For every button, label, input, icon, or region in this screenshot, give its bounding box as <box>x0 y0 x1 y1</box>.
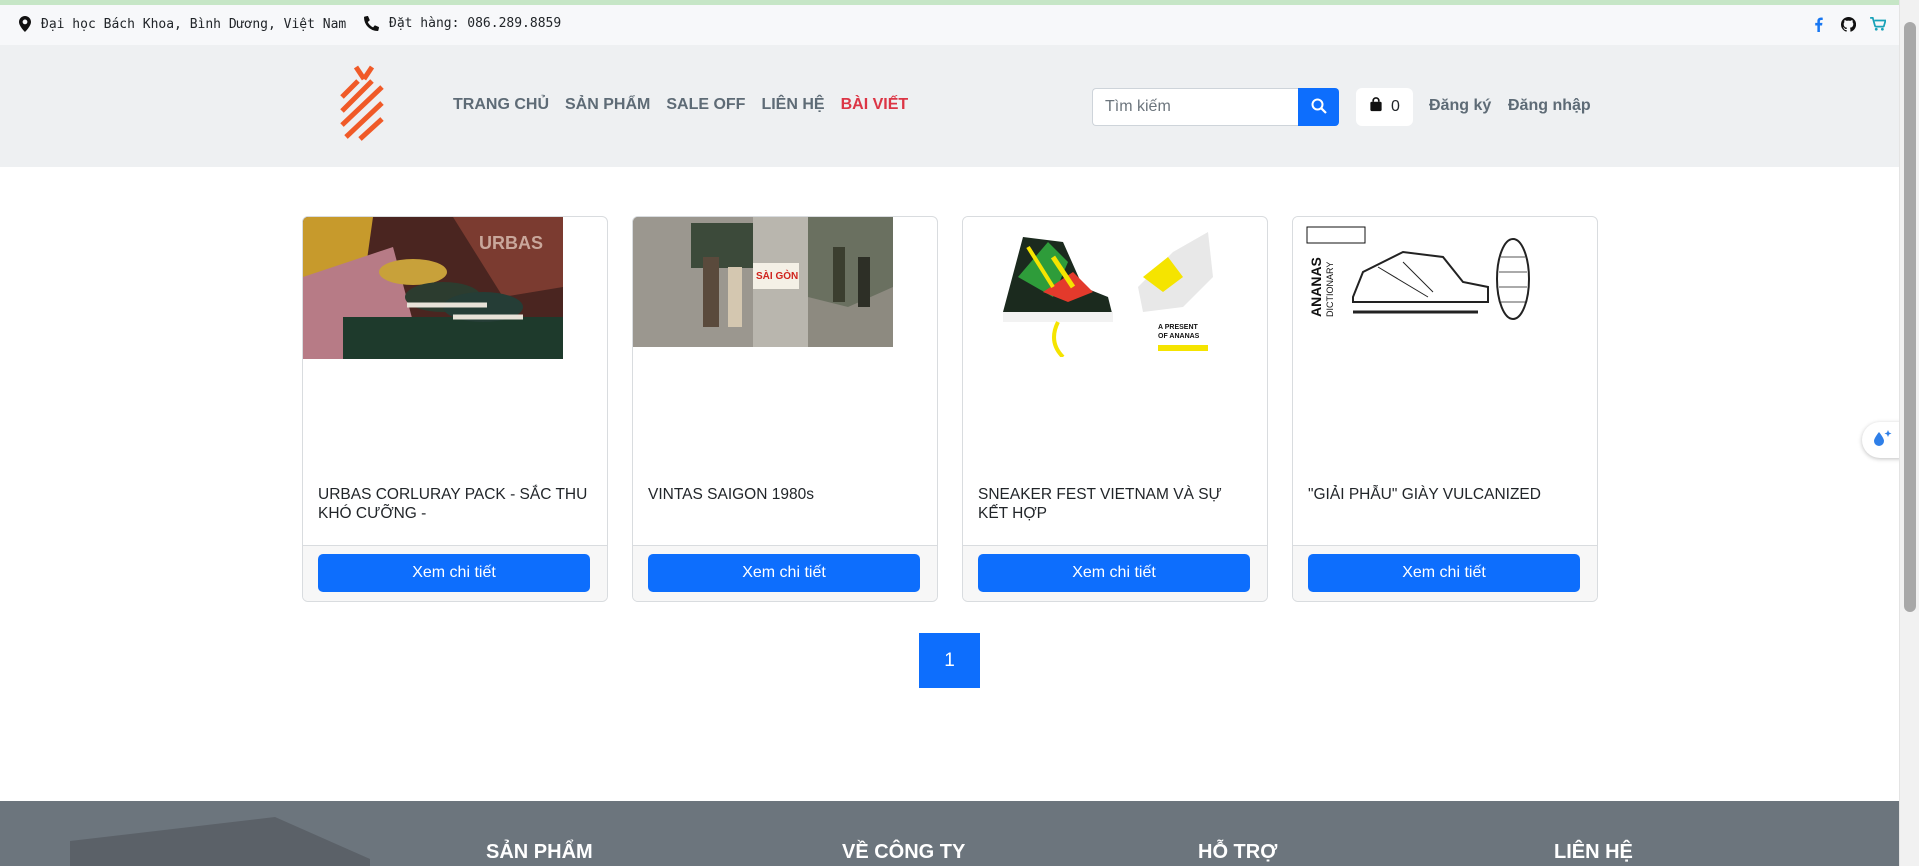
post-image-vulcanized[interactable]: ANANAS DICTIONARY <box>1293 217 1553 359</box>
phone-info: Đặt hàng: 086.289.8859 <box>364 16 561 31</box>
nav-home[interactable]: TRANG CHỦ <box>453 96 549 114</box>
post-card-footer: Xem chi tiết <box>303 545 607 601</box>
map-marker-icon <box>19 16 31 32</box>
post-image-urbas[interactable]: URBAS <box>303 217 563 359</box>
view-details-button[interactable]: Xem chi tiết <box>318 554 590 592</box>
floating-assistant-button[interactable] <box>1862 422 1902 458</box>
scrollbar-thumb[interactable] <box>1904 22 1916 612</box>
post-list: URBAS URBAS CORLURAY PACK - SẮC THU KHÓ … <box>302 216 1598 602</box>
footer-col-support: HỖ TRỢ <box>1198 841 1278 863</box>
post-card-footer: Xem chi tiết <box>1293 545 1597 601</box>
post-title: "GIẢI PHẪU" GIÀY VULCANIZED <box>1308 486 1541 503</box>
site-header: TRANG CHỦ SẢN PHẨM SALE OFF LIÊN HỆ BÀI … <box>0 45 1899 167</box>
facebook-icon[interactable] <box>1809 15 1827 33</box>
search-form <box>1092 88 1339 126</box>
svg-text:DICTIONARY: DICTIONARY <box>1325 262 1335 317</box>
svg-text:A PRESENT: A PRESENT <box>1158 324 1199 331</box>
view-details-button[interactable]: Xem chi tiết <box>978 554 1250 592</box>
search-button[interactable] <box>1298 88 1339 126</box>
register-link[interactable]: Đăng ký <box>1429 97 1491 115</box>
github-icon[interactable] <box>1839 15 1857 33</box>
pagination-page-1[interactable]: 1 <box>919 633 980 688</box>
cart-count: 0 <box>1391 98 1400 115</box>
post-card-footer: Xem chi tiết <box>963 545 1267 601</box>
cart-icon[interactable] <box>1869 15 1887 33</box>
post-title: URBAS CORLURAY PACK - SẮC THU KHÓ CƯỠNG … <box>318 486 588 522</box>
cart-button[interactable]: 0 <box>1356 88 1413 126</box>
social-links <box>1809 15 1887 33</box>
post-image-vintas[interactable]: SÀI GÒN <box>633 217 893 359</box>
shopping-bag-icon <box>1369 97 1383 117</box>
post-card: SÀI GÒN VINTAS SAIGON 1980s Xem chi tiết <box>632 216 938 602</box>
nav-sale-off[interactable]: SALE OFF <box>666 96 745 114</box>
site-footer: SẢN PHẨM VỀ CÔNG TY HỖ TRỢ LIÊN HỆ <box>0 801 1899 866</box>
main-nav: TRANG CHỦ SẢN PHẨM SALE OFF LIÊN HỆ BÀI … <box>453 96 908 114</box>
svg-text:SÀI GÒN: SÀI GÒN <box>756 269 798 282</box>
svg-text:OF ANANAS: OF ANANAS <box>1158 333 1200 340</box>
footer-col-contact: LIÊN HỆ <box>1554 841 1633 863</box>
post-image-sneaker-fest[interactable]: A PRESENT OF ANANAS <box>963 217 1223 359</box>
post-card: URBAS URBAS CORLURAY PACK - SẮC THU KHÓ … <box>302 216 608 602</box>
phone-text: Đặt hàng: 086.289.8859 <box>389 16 562 31</box>
post-card: ANANAS DICTIONARY "GIẢI PHẪU" GIÀY VULCA… <box>1292 216 1598 602</box>
footer-decor-image <box>70 817 370 866</box>
top-info-bar: Đại học Bách Khoa, Bình Dương, Việt Nam … <box>0 5 1899 45</box>
page-scrollbar[interactable] <box>1899 0 1919 866</box>
post-card: A PRESENT OF ANANAS SNEAKER FEST VIETNAM… <box>962 216 1268 602</box>
svg-text:ANANAS: ANANAS <box>1308 257 1324 317</box>
footer-col-products: SẢN PHẨM <box>486 841 593 863</box>
view-details-button[interactable]: Xem chi tiết <box>1308 554 1580 592</box>
post-title: SNEAKER FEST VIETNAM VÀ SỰ KẾT HỢP <box>978 486 1222 522</box>
view-details-button[interactable]: Xem chi tiết <box>648 554 920 592</box>
water-drop-sparkle-icon <box>1871 428 1893 453</box>
search-input[interactable] <box>1092 88 1298 126</box>
login-link[interactable]: Đăng nhập <box>1508 97 1591 115</box>
address-info: Đại học Bách Khoa, Bình Dương, Việt Nam <box>19 16 346 32</box>
nav-blog[interactable]: BÀI VIẾT <box>841 96 909 114</box>
footer-col-company: VỀ CÔNG TY <box>842 841 966 863</box>
post-title: VINTAS SAIGON 1980s <box>648 486 814 503</box>
nav-contact[interactable]: LIÊN HỆ <box>761 96 824 114</box>
search-icon <box>1311 98 1327 117</box>
phone-icon <box>364 16 379 31</box>
svg-text:URBAS: URBAS <box>479 233 543 253</box>
address-text: Đại học Bách Khoa, Bình Dương, Việt Nam <box>41 16 347 32</box>
post-card-footer: Xem chi tiết <box>633 545 937 601</box>
pineapple-logo-icon[interactable] <box>338 65 386 145</box>
nav-products[interactable]: SẢN PHẨM <box>565 96 650 114</box>
